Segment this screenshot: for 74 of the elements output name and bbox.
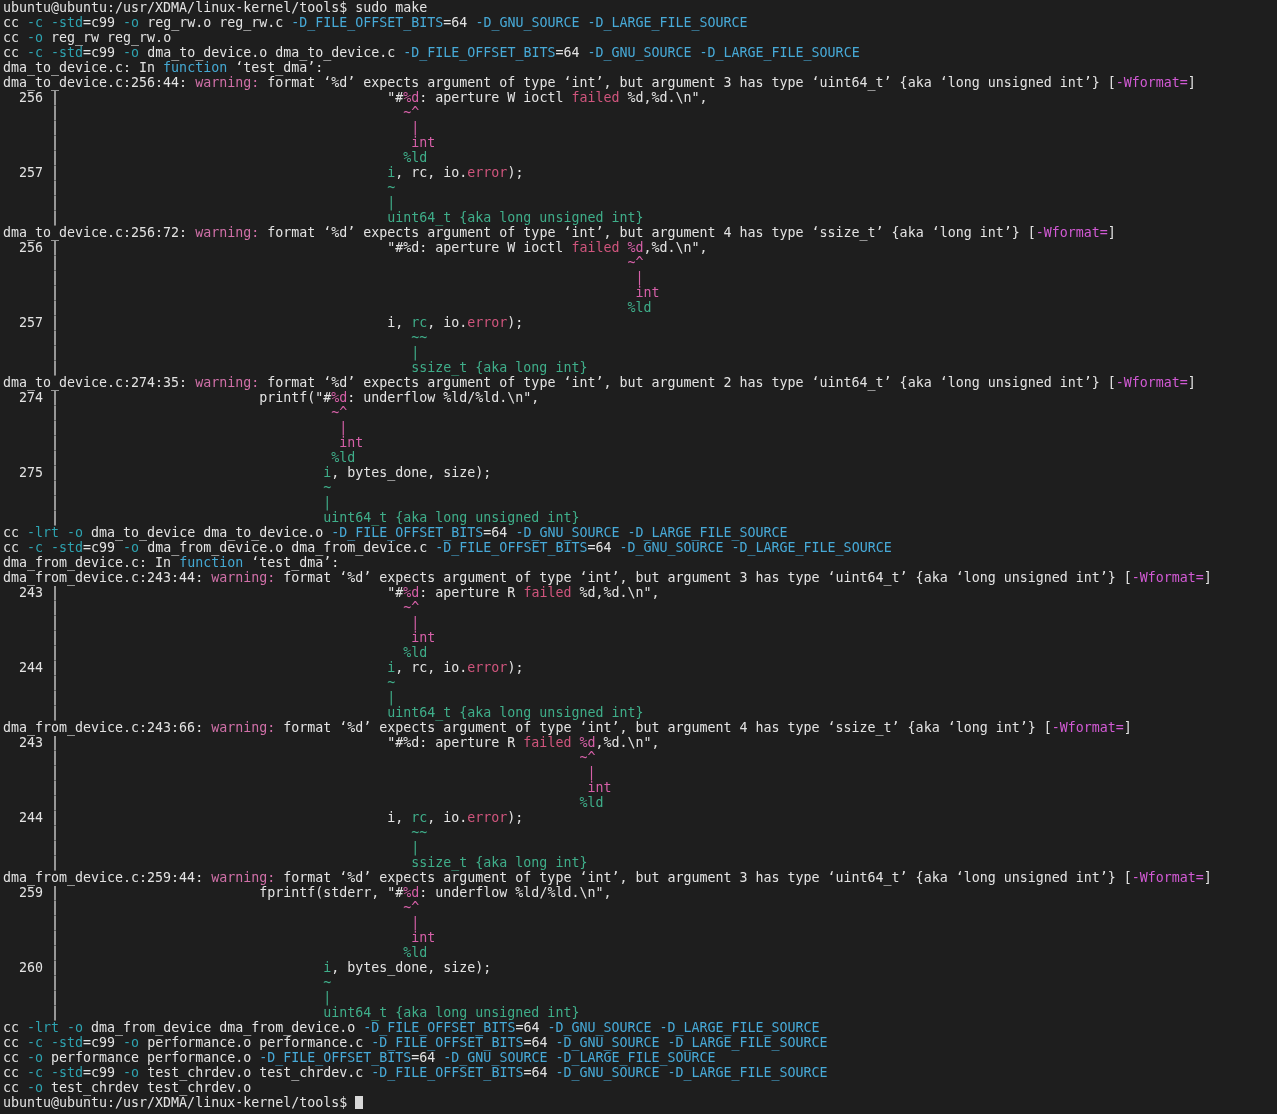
terminal-line: | %ld — [50, 645, 428, 660]
terminal-line: cc -c -std=c99 -o dma_to_device.o dma_to_device.c -D_FILE_OFFSET_BITS=64 -D_GNU_SOURCE -D_LARGE_FILE_SOURCE — [3, 45, 860, 60]
terminal-line: | %ld — [50, 300, 652, 315]
terminal-line: | | — [50, 270, 644, 285]
terminal-line: dma_from_device.c:259:44: warning: format ‘%d’ expects argument of type ‘int’, but argument 3 has type ‘uint64_t’ {aka ‘long unsigned int’} [-Wformat=] — [3, 870, 1212, 885]
terminal-line: | ~ — [50, 975, 332, 990]
terminal-line: | %ld — [50, 450, 356, 465]
terminal-line: cc -c -std=c99 -o performance.o performance.c -D_FILE_OFFSET_BITS=64 -D_GNU_SOURCE -D_LARGE_FILE_SOURCE — [3, 1035, 828, 1050]
terminal-line: dma_to_device.c:256:44: warning: format ‘%d’ expects argument of type ‘int’, but argument 3 has type ‘uint64_t’ {aka ‘long unsigned int’} [-Wformat=] — [3, 75, 1196, 90]
terminal-line: dma_to_device.c:256:72: warning: format ‘%d’ expects argument of type ‘int’, but argument 4 has type ‘ssize_t’ {aka ‘long int’} [-Wformat=] — [3, 225, 1116, 240]
terminal-line: cc -lrt -o dma_to_device dma_to_device.o -D_FILE_OFFSET_BITS=64 -D_GNU_SOURCE -D_LARGE_FILE_SOURCE — [3, 525, 788, 540]
terminal-line: | ~ — [50, 180, 396, 195]
terminal-line: 256 | "#%d: aperture W ioctl failed %d,%d.\n", — [19, 90, 708, 105]
terminal-line: ubuntu@ubuntu:/usr/XDMA/linux-kernel/tools$ — [3, 1095, 349, 1110]
terminal-line: | | — [50, 840, 420, 855]
terminal-line: 274 | printf("#%d: underflow %ld/%ld.\n", — [19, 390, 540, 405]
terminal-line: | %ld — [50, 795, 604, 810]
terminal-line: | ~^ — [50, 900, 420, 915]
terminal-line: | ~^ — [50, 750, 596, 765]
terminal-line: 257 | i, rc, io.error); — [18, 165, 524, 180]
terminal-line: | %ld — [50, 150, 428, 165]
terminal-line: | | — [50, 765, 596, 780]
terminal-line: | int — [50, 930, 436, 945]
terminal-line: | uint64_t {aka long unsigned int} — [51, 1005, 580, 1020]
terminal-line: | ~ — [50, 675, 396, 690]
terminal-line: cc -lrt -o dma_from_device dma_from_device.o -D_FILE_OFFSET_BITS=64 -D_GNU_SOURCE -D_LARGE_FILE_SOURCE — [3, 1020, 820, 1035]
terminal-line: | ~~ — [50, 825, 428, 840]
terminal-line: | ~^ — [50, 105, 420, 120]
terminal-line: dma_from_device.c: In function ‘test_dma’: — [3, 555, 340, 570]
terminal-line: | %ld — [50, 945, 428, 960]
terminal-line: | ~^ — [50, 255, 644, 270]
terminal-line: dma_to_device.c: In function ‘test_dma’: — [3, 60, 324, 75]
terminal-line: | ~^ — [50, 405, 348, 420]
terminal-line: | ~ — [50, 480, 332, 495]
terminal-line: 244 | i, rc, io.error); — [18, 810, 524, 825]
terminal-line: 275 | i, bytes_done, size); — [18, 465, 492, 480]
terminal-line: 259 | fprintf(stderr, "#%d: underflow %ld/%ld.\n", — [19, 885, 612, 900]
terminal-line: | | — [50, 915, 420, 930]
terminal-line: | ~^ — [50, 600, 420, 615]
terminal-line: | int — [50, 630, 436, 645]
terminal-line: | int — [50, 435, 364, 450]
terminal-line: | int — [50, 135, 436, 150]
terminal-line: cc -o reg_rw reg_rw.o — [3, 30, 172, 45]
terminal-line: | | — [50, 615, 420, 630]
terminal-line: 243 | "#%d: aperture R failed %d,%d.\n", — [19, 585, 660, 600]
terminal-line: cc -c -std=c99 -o reg_rw.o reg_rw.c -D_FILE_OFFSET_BITS=64 -D_GNU_SOURCE -D_LARGE_FILE_SOURCE — [3, 15, 748, 30]
terminal-line: 244 | i, rc, io.error); — [18, 660, 524, 675]
terminal-line: 243 | "#%d: aperture R failed %d,%d.\n", — [19, 735, 660, 750]
terminal-line: | | — [50, 495, 332, 510]
terminal-line: | ~~ — [50, 330, 428, 345]
terminal-line: | | — [50, 120, 420, 135]
terminal-line: | | — [50, 420, 348, 435]
terminal-line: | | — [50, 345, 420, 360]
terminal-line: dma_from_device.c:243:44: warning: format ‘%d’ expects argument of type ‘int’, but argument 3 has type ‘uint64_t’ {aka ‘long unsigned int’} [-Wformat=] — [3, 570, 1212, 585]
terminal-line: 256 | "#%d: aperture W ioctl failed %d,%d.\n", — [19, 240, 708, 255]
terminal-line: | | — [50, 990, 332, 1005]
terminal-line: | ssize_t {aka long int} — [51, 360, 588, 375]
terminal-line: | uint64_t {aka long unsigned int} — [51, 705, 644, 720]
terminal-line: | | — [50, 195, 396, 210]
terminal-line: 257 | i, rc, io.error); — [18, 315, 524, 330]
terminal-line: | uint64_t {aka long unsigned int} — [51, 210, 644, 225]
terminal-line: dma_to_device.c:274:35: warning: format ‘%d’ expects argument of type ‘int’, but argument 2 has type ‘uint64_t’ {aka ‘long unsigned int’} [-Wformat=] — [3, 375, 1196, 390]
terminal-line: | uint64_t {aka long unsigned int} — [51, 510, 580, 525]
terminal-line: cc -c -std=c99 -o test_chrdev.o test_chrdev.c -D_FILE_OFFSET_BITS=64 -D_GNU_SOURCE -D_LARGE_FILE_SOURCE — [3, 1065, 828, 1080]
terminal-line: | int — [50, 780, 612, 795]
terminal-line: | int — [50, 285, 660, 300]
terminal-line: cc -o test_chrdev test_chrdev.o — [3, 1080, 252, 1095]
terminal-line: dma_from_device.c:243:66: warning: format ‘%d’ expects argument of type ‘int’, but argument 4 has type ‘ssize_t’ {aka ‘long int’} [-Wformat=] — [3, 720, 1132, 735]
terminal-line: | | — [50, 690, 396, 705]
terminal-line: 260 | i, bytes_done, size); — [18, 960, 492, 975]
terminal-line: cc -o performance performance.o -D_FILE_OFFSET_BITS=64 -D_GNU_SOURCE -D_LARGE_FILE_SOURCE — [3, 1050, 716, 1065]
terminal-line: ubuntu@ubuntu:/usr/XDMA/linux-kernel/tools$ sudo make — [3, 0, 428, 15]
terminal-line: cc -c -std=c99 -o dma_from_device.o dma_from_device.c -D_FILE_OFFSET_BITS=64 -D_GNU_SOURCE -D_LARGE_FILE_SOURCE — [3, 540, 892, 555]
terminal-line: | ssize_t {aka long int} — [51, 855, 588, 870]
